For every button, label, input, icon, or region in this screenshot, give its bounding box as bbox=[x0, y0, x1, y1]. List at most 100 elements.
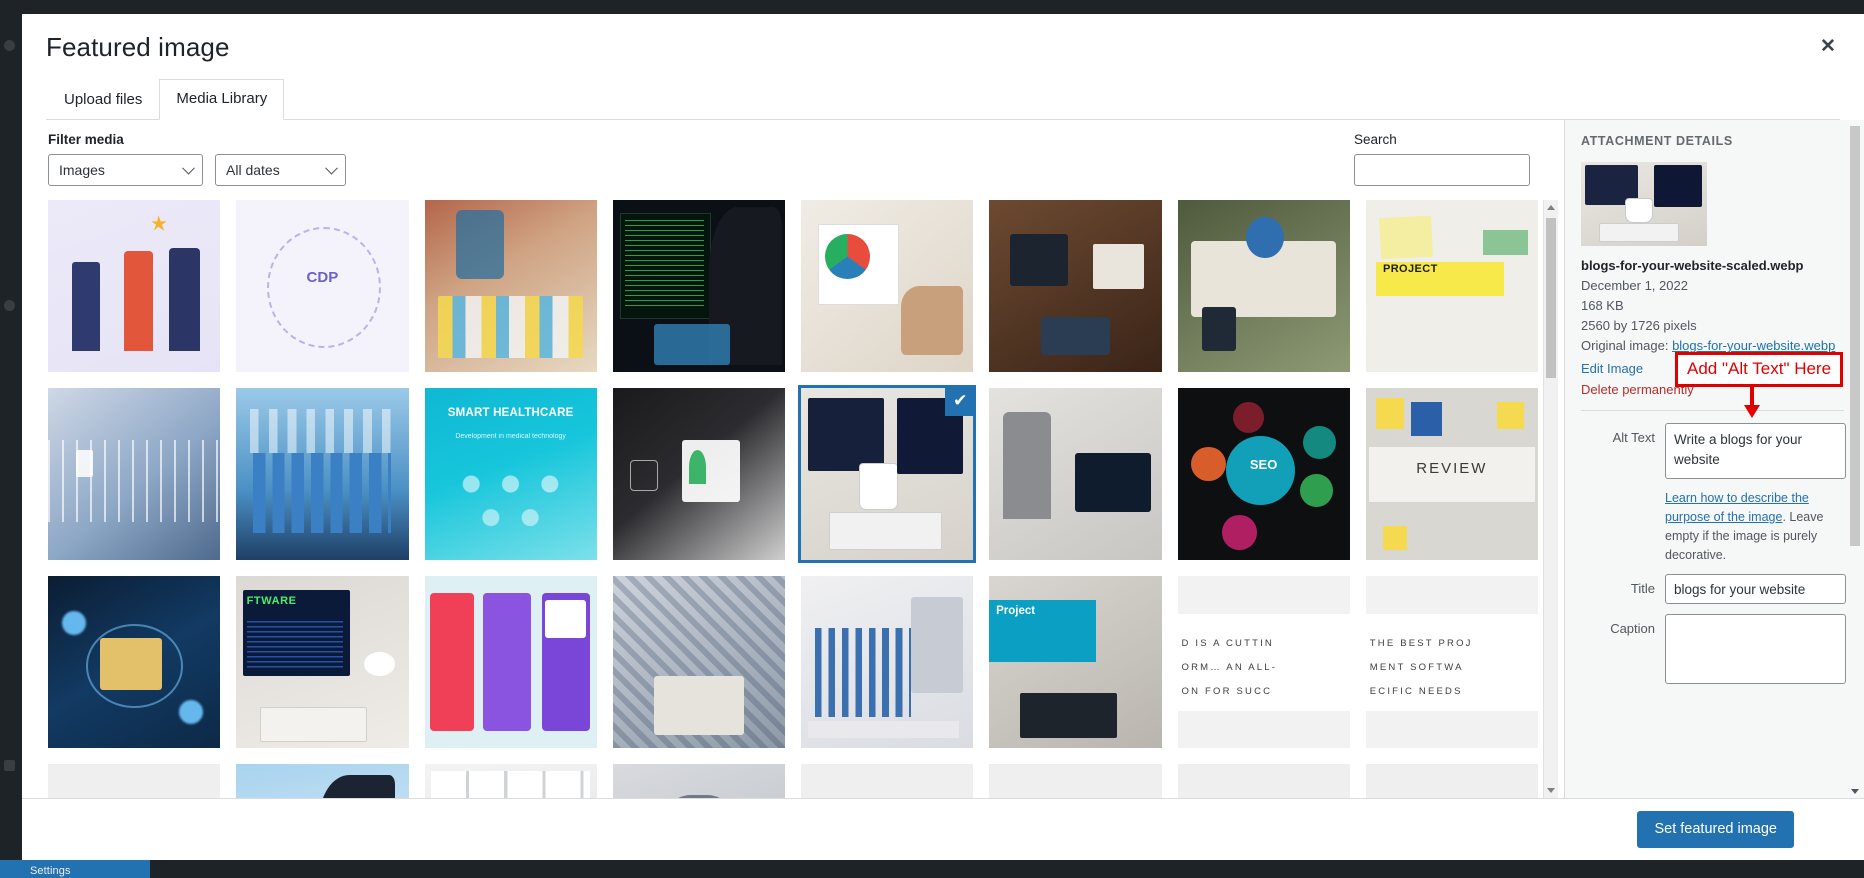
media-thumbnail-hooded-hacker-code[interactable]: ✔ bbox=[612, 199, 785, 372]
thumbnail-art bbox=[424, 387, 597, 561]
thumbnail-art bbox=[612, 199, 785, 372]
media-thumbnail-blank-gray-3[interactable]: ✔ bbox=[989, 764, 1162, 798]
media-grid-scroll-area: ✔✔✔✔✔✔✔✔✔✔✔✔✔✔✔✔✔✔✔✔✔✔D IS A CUTTINORM… … bbox=[22, 199, 1564, 798]
media-thumbnail-project-management-notes[interactable]: ✔ bbox=[1365, 199, 1538, 372]
title-label: Title bbox=[1630, 581, 1655, 597]
media-thumbnail-blank-gray-4[interactable]: ✔ bbox=[1177, 764, 1350, 798]
media-thumbnail-smart-healthcare[interactable]: ✔ bbox=[424, 387, 597, 561]
scrollbar-thumb[interactable] bbox=[1546, 217, 1556, 378]
media-thumbnail-quote-best-project-software[interactable]: THE BEST PROJMENT SOFTWAECIFIC NEEDS✔ bbox=[1365, 576, 1538, 749]
attachment-filename: blogs-for-your-website-scaled.webp bbox=[1581, 257, 1804, 273]
date-filter-select[interactable]: All dates bbox=[215, 153, 346, 186]
caption-field-row: Caption bbox=[1579, 614, 1846, 689]
attachment-filesize: 168 KB bbox=[1581, 297, 1624, 313]
admin-bar bbox=[0, 0, 1864, 14]
page-title: Featured image bbox=[46, 32, 230, 62]
admin-sidebar bbox=[0, 0, 22, 878]
media-thumbnail-cloud-security-blue[interactable]: ✔ bbox=[48, 576, 221, 749]
modal-header: Featured image ✕ Upload files Media Libr… bbox=[22, 14, 1864, 120]
search-label: Search bbox=[1354, 131, 1397, 147]
media-thumbnail-laptop-bar-chart[interactable]: ✔ bbox=[801, 576, 974, 749]
thumbnail-art bbox=[612, 764, 785, 798]
media-thumbnail-blue-bar-chart-3d[interactable]: ✔ bbox=[236, 387, 409, 561]
caption-label: Caption bbox=[1610, 621, 1655, 637]
set-featured-image-button[interactable]: Set featured image bbox=[1637, 810, 1794, 849]
thumbnail-art bbox=[1365, 387, 1538, 561]
modal-tabs: Upload files Media Library bbox=[46, 79, 1840, 120]
details-scroll-down-icon[interactable] bbox=[1848, 789, 1862, 794]
thumbnail-art bbox=[1177, 764, 1350, 798]
thumbnail-text-line: ORM… AN ALL- bbox=[1181, 662, 1278, 674]
media-thumbnail-seo-process[interactable]: ✔ bbox=[1177, 387, 1350, 561]
thumbnail-text-line: ECIFIC NEEDS bbox=[1369, 686, 1463, 698]
media-browser: Filter media Images All dates Search CDP… bbox=[22, 119, 1564, 798]
admin-menu-highlight bbox=[0, 860, 150, 878]
modal-body: Filter media Images All dates Search CDP… bbox=[22, 119, 1864, 798]
media-thumbnail-mobile-task-ui[interactable]: ✔ bbox=[424, 576, 597, 749]
attachment-preview-thumbnail[interactable] bbox=[1581, 161, 1707, 246]
media-thumbnail-presenter-with-laptop[interactable]: ✔ bbox=[989, 387, 1162, 561]
thumbnail-art bbox=[236, 387, 409, 561]
thumbnail-art bbox=[424, 199, 597, 372]
media-thumbnail-stressed-worker[interactable]: ✔ bbox=[612, 764, 785, 798]
search-input[interactable] bbox=[1354, 153, 1530, 186]
media-type-filter-select[interactable]: Images bbox=[48, 153, 203, 186]
media-thumbnail-blank-gray[interactable]: ✔ bbox=[48, 764, 221, 798]
attachment-dimensions: 2560 by 1726 pixels bbox=[1581, 318, 1697, 334]
admin-bottom-strip: Settings bbox=[0, 860, 1864, 878]
media-grid: ✔✔✔✔✔✔✔✔✔✔✔✔✔✔✔✔✔✔✔✔✔✔D IS A CUTTINORM… … bbox=[48, 199, 1538, 798]
thumbnail-art bbox=[612, 387, 785, 561]
tab-media-library[interactable]: Media Library bbox=[159, 79, 285, 120]
media-thumbnail-software-desktop-green[interactable]: ✔ bbox=[236, 576, 409, 749]
media-thumbnail-review-board[interactable]: ✔ bbox=[1365, 387, 1538, 561]
media-thumbnail-data-charts-paper[interactable]: ✔ bbox=[801, 199, 974, 372]
media-thumbnail-gold-coin-businessman[interactable]: ✔ bbox=[236, 764, 409, 798]
media-grid-scrollbar[interactable] bbox=[1543, 199, 1558, 798]
annotation-arrow-icon bbox=[1744, 384, 1760, 418]
title-input[interactable] bbox=[1665, 574, 1846, 605]
selected-check-icon[interactable]: ✔ bbox=[945, 387, 974, 416]
attachment-details-heading: ATTACHMENT DETAILS bbox=[1581, 133, 1733, 148]
thumbnail-art bbox=[236, 576, 409, 749]
thumbnail-art: D IS A CUTTIN ORM… AN ALL- ON FOR SUCC bbox=[1177, 576, 1350, 749]
media-thumbnail-team-collaboration-desk[interactable]: ✔ bbox=[1177, 199, 1350, 372]
filter-media-label: Filter media bbox=[48, 131, 124, 147]
search-group: Search bbox=[1354, 132, 1530, 186]
media-thumbnail-business-handshake-illustration[interactable]: ✔ bbox=[48, 199, 221, 372]
media-thumbnail-blogs-for-your-website[interactable]: ✔ bbox=[797, 384, 977, 564]
chevron-down-icon bbox=[182, 161, 195, 175]
sidebar-glyph-icon bbox=[4, 40, 15, 51]
original-image-label: Original image: bbox=[1581, 338, 1669, 354]
chevron-down-icon bbox=[325, 161, 338, 175]
thumbnail-art bbox=[1365, 764, 1538, 798]
media-thumbnail-quote-cutting-platform[interactable]: D IS A CUTTINORM… AN ALL-ON FOR SUCC✔ bbox=[1177, 576, 1350, 749]
details-scrollbar-thumb[interactable] bbox=[1850, 125, 1860, 546]
media-thumbnail-laptop-dark-analytics[interactable]: ✔ bbox=[612, 387, 785, 561]
media-thumbnail-plaid-shirt-laptop[interactable]: ✔ bbox=[612, 576, 785, 749]
caption-input[interactable] bbox=[1665, 614, 1846, 685]
tab-upload-files[interactable]: Upload files bbox=[47, 80, 159, 120]
media-thumbnail-cdp-diagram[interactable]: ✔ bbox=[236, 199, 409, 372]
scroll-down-icon[interactable] bbox=[1544, 783, 1558, 798]
close-icon[interactable]: ✕ bbox=[1808, 26, 1848, 66]
thumbnail-art bbox=[48, 199, 221, 372]
alt-text-input[interactable] bbox=[1665, 423, 1846, 480]
thumbnail-art bbox=[48, 764, 221, 798]
alt-text-help: Learn how to describe the purpose of the… bbox=[1665, 489, 1846, 564]
scroll-up-icon[interactable] bbox=[1544, 199, 1558, 215]
media-thumbnail-network-connections[interactable]: ✔ bbox=[48, 387, 221, 561]
admin-menu-settings-label: Settings bbox=[30, 865, 71, 877]
title-field-row: Title bbox=[1579, 574, 1846, 605]
media-type-filter-value: Images bbox=[59, 161, 105, 178]
thumbnail-art bbox=[48, 576, 221, 749]
media-thumbnail-office-windows[interactable]: ✔ bbox=[424, 764, 597, 798]
media-thumbnail-blank-gray-2[interactable]: ✔ bbox=[801, 764, 974, 798]
attachment-details-panel: ATTACHMENT DETAILS blogs-for-your-websit… bbox=[1564, 119, 1864, 798]
media-thumbnail-team-planning-hands[interactable]: ✔ bbox=[424, 199, 597, 372]
details-scrollbar[interactable] bbox=[1848, 119, 1862, 798]
media-thumbnail-blank-gray-5[interactable]: ✔ bbox=[1365, 764, 1538, 798]
thumbnail-art bbox=[989, 576, 1162, 749]
media-thumbnail-meeting-table-overhead[interactable]: ✔ bbox=[989, 199, 1162, 372]
media-thumbnail-project-management-banner[interactable]: ✔ bbox=[989, 576, 1162, 749]
thumbnail-art bbox=[48, 387, 221, 561]
